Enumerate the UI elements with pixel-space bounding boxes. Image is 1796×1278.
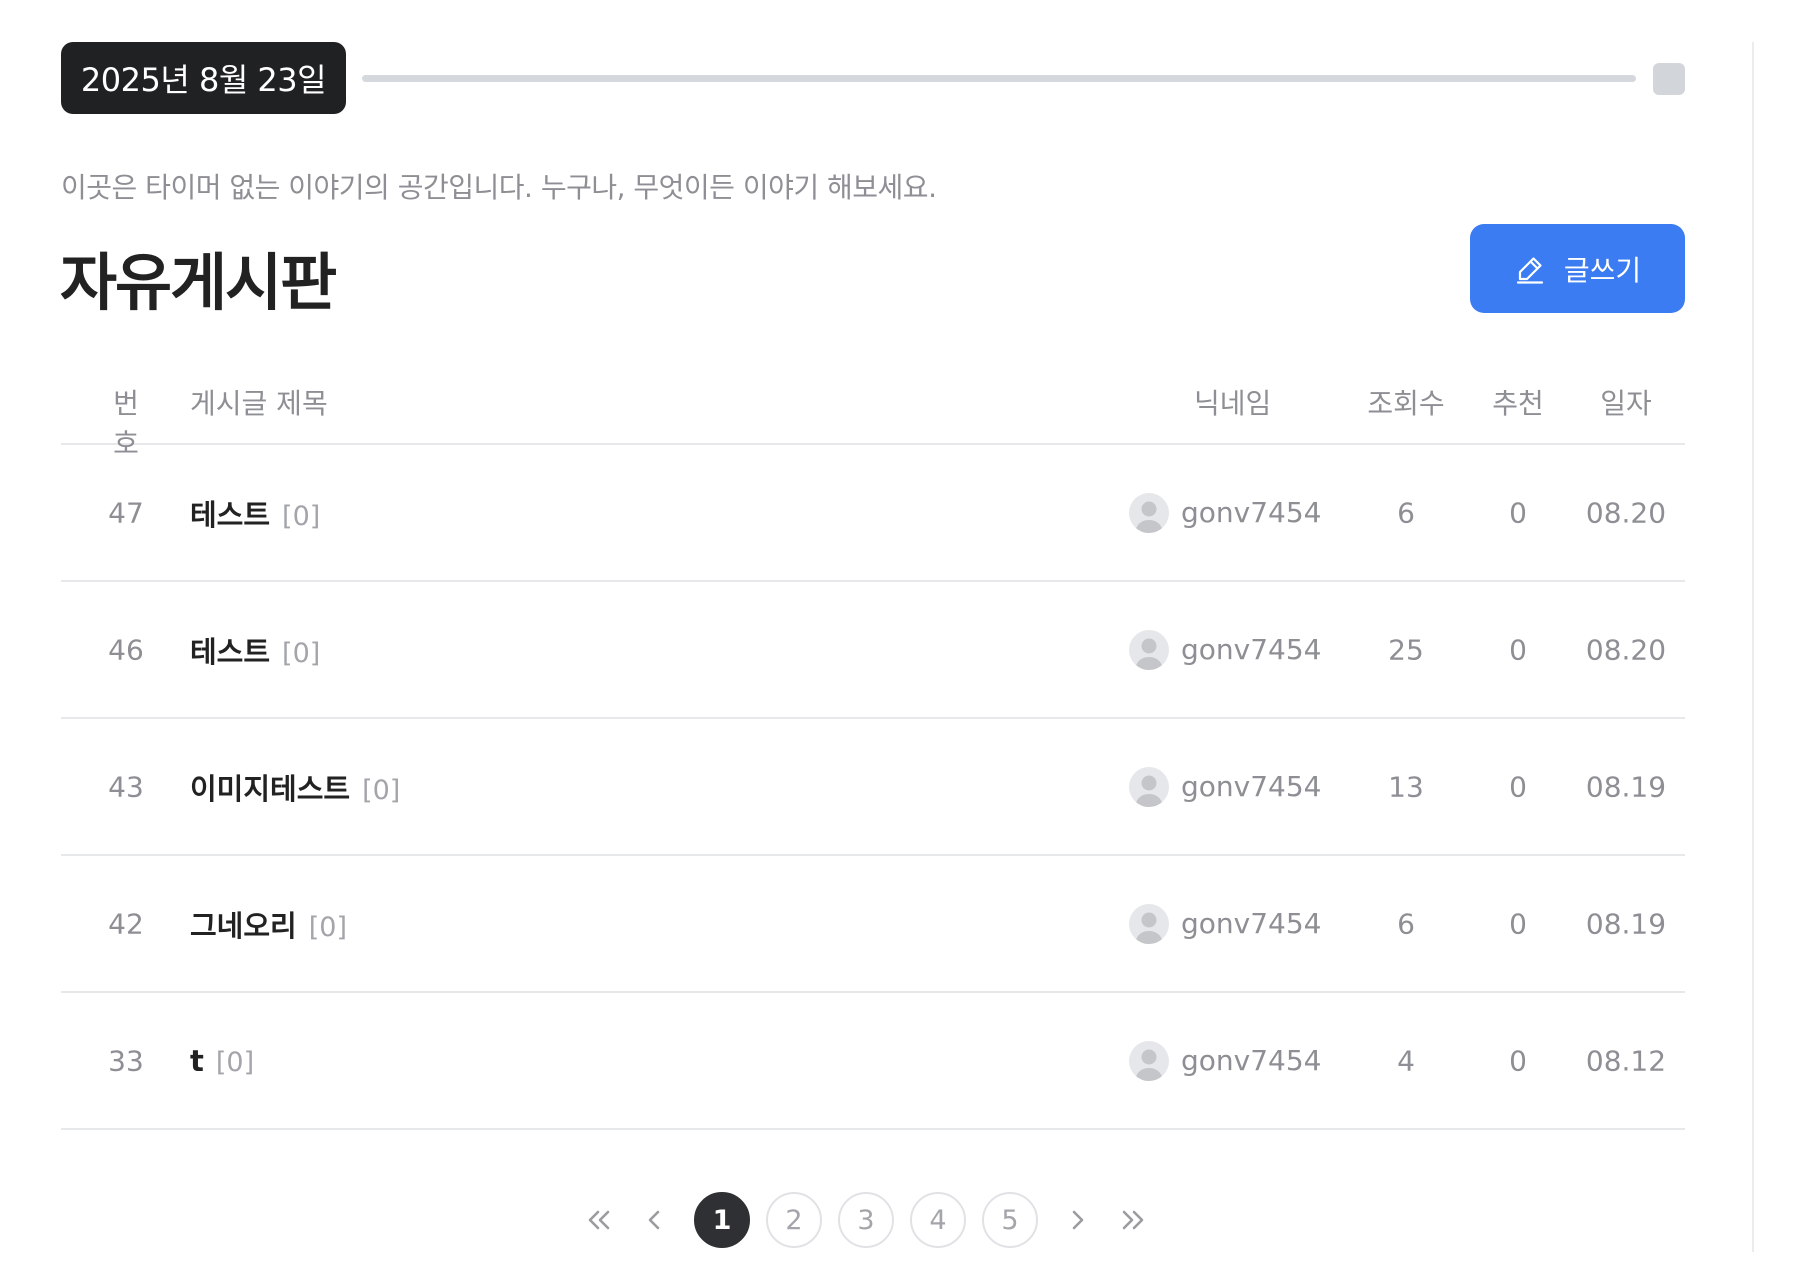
post-number: 42 [108, 907, 144, 940]
post-title[interactable]: 그네오리 [190, 903, 297, 945]
avatar [1129, 766, 1169, 807]
comment-count: [0] [282, 500, 321, 532]
author[interactable]: gonv7454 [1129, 903, 1322, 944]
user-icon [1135, 775, 1163, 807]
col-date: 일자 [1600, 387, 1652, 420]
table-row[interactable]: 42 그네오리 [0] gonv7454 6 0 08.19 [61, 856, 1685, 993]
recommend-count: 0 [1509, 633, 1527, 666]
post-title[interactable]: t [190, 1044, 204, 1078]
table-row[interactable]: 46 테스트 [0] gonv7454 25 0 08.20 [61, 582, 1685, 719]
table-header: 번호 게시글 제목 닉네임 조회수 추천 일자 [61, 370, 1685, 460]
page-numbers: 12345 [686, 1192, 1046, 1248]
page-5-button[interactable]: 5 [982, 1192, 1038, 1248]
table-row[interactable]: 33 t [0] gonv7454 4 0 08.12 [61, 993, 1685, 1130]
col-views: 조회수 [1367, 387, 1445, 420]
board-subtitle: 이곳은 타이머 없는 이야기의 공간입니다. 누구나, 무엇이든 이야기 해보세… [61, 171, 937, 204]
view-count: 6 [1397, 496, 1415, 529]
post-date: 08.20 [1585, 633, 1667, 666]
user-icon [1135, 638, 1163, 670]
user-icon [1135, 1049, 1163, 1081]
page-2-button[interactable]: 2 [766, 1192, 822, 1248]
view-count: 4 [1397, 1044, 1415, 1077]
author-nickname: gonv7454 [1181, 907, 1322, 940]
col-nickname: 닉네임 [1194, 387, 1272, 420]
page-1-button[interactable]: 1 [694, 1192, 750, 1248]
last-page-button[interactable] [1106, 1192, 1162, 1248]
avatar [1129, 1040, 1169, 1081]
post-title-cell[interactable]: 이미지테스트 [0] [190, 766, 400, 808]
date-badge: 2025년 8월 23일 [61, 42, 346, 114]
author[interactable]: gonv7454 [1129, 629, 1322, 670]
first-page-button[interactable] [570, 1192, 626, 1248]
progress-track [362, 75, 1636, 82]
next-page-button[interactable] [1050, 1192, 1106, 1248]
recommend-count: 0 [1509, 496, 1527, 529]
prev-page-button[interactable] [626, 1192, 682, 1248]
col-recommend: 추천 [1492, 387, 1544, 420]
post-table: 번호 게시글 제목 닉네임 조회수 추천 일자 47 테스트 [0] gonv7454… [61, 370, 1685, 1130]
page-4-button[interactable]: 4 [910, 1192, 966, 1248]
comment-count: [0] [282, 637, 321, 669]
recommend-count: 0 [1509, 1044, 1527, 1077]
post-number: 47 [108, 496, 144, 529]
chevron-left-icon [648, 1210, 660, 1230]
post-title-cell[interactable]: 그네오리 [0] [190, 903, 347, 945]
user-icon [1135, 912, 1163, 944]
author-nickname: gonv7454 [1181, 1044, 1322, 1077]
comment-count: [0] [362, 774, 401, 806]
post-number: 43 [108, 770, 144, 803]
chevron-right-icon [1072, 1210, 1084, 1230]
recommend-count: 0 [1509, 907, 1527, 940]
author-nickname: gonv7454 [1181, 770, 1322, 803]
author[interactable]: gonv7454 [1129, 766, 1322, 807]
table-row[interactable]: 47 테스트 [0] gonv7454 6 0 08.20 [61, 445, 1685, 582]
recommend-count: 0 [1509, 770, 1527, 803]
comment-count: [0] [215, 1046, 255, 1078]
table-row[interactable]: 43 이미지테스트 [0] gonv7454 13 0 08.19 [61, 719, 1685, 856]
post-number: 46 [108, 633, 144, 666]
double-chevron-right-icon [1122, 1210, 1144, 1230]
progress-knob[interactable] [1653, 63, 1685, 95]
post-date: 08.19 [1585, 907, 1667, 940]
page-3-button[interactable]: 3 [838, 1192, 894, 1248]
post-title-cell[interactable]: 테스트 [0] [190, 492, 320, 534]
post-title[interactable]: 이미지테스트 [190, 766, 350, 808]
author[interactable]: gonv7454 [1129, 1040, 1322, 1081]
free-board-page: 2025년 8월 23일 이곳은 타이머 없는 이야기의 공간입니다. 누구나,… [0, 0, 1796, 1278]
post-title[interactable]: 테스트 [190, 629, 270, 671]
pencil-icon [1516, 256, 1543, 284]
comment-count: [0] [308, 911, 347, 943]
write-button-label: 글쓰기 [1563, 253, 1642, 287]
table-body: 47 테스트 [0] gonv7454 6 0 08.20 46 테스트 [0] gonv7454 2… [61, 445, 1685, 1130]
post-title-cell[interactable]: t [0] [190, 1044, 254, 1078]
avatar [1129, 492, 1169, 533]
view-count: 13 [1388, 770, 1424, 803]
post-title-cell[interactable]: 테스트 [0] [190, 629, 320, 671]
post-number: 33 [108, 1044, 144, 1077]
author-nickname: gonv7454 [1181, 496, 1322, 529]
col-title: 게시글 제목 [190, 387, 328, 420]
page-title: 자유게시판 [60, 246, 337, 319]
double-chevron-left-icon [588, 1210, 610, 1230]
post-date: 08.20 [1585, 496, 1667, 529]
post-date: 08.12 [1585, 1044, 1667, 1077]
author[interactable]: gonv7454 [1129, 492, 1322, 533]
view-count: 6 [1397, 907, 1415, 940]
user-icon [1135, 501, 1163, 533]
author-nickname: gonv7454 [1181, 633, 1322, 666]
avatar [1129, 629, 1169, 670]
write-post-button[interactable]: 글쓰기 [1470, 224, 1685, 313]
pagination: 12345 [570, 1192, 1162, 1248]
post-date: 08.19 [1585, 770, 1667, 803]
right-divider [1752, 42, 1754, 1252]
post-title[interactable]: 테스트 [190, 492, 270, 534]
view-count: 25 [1388, 633, 1424, 666]
avatar [1129, 903, 1169, 944]
